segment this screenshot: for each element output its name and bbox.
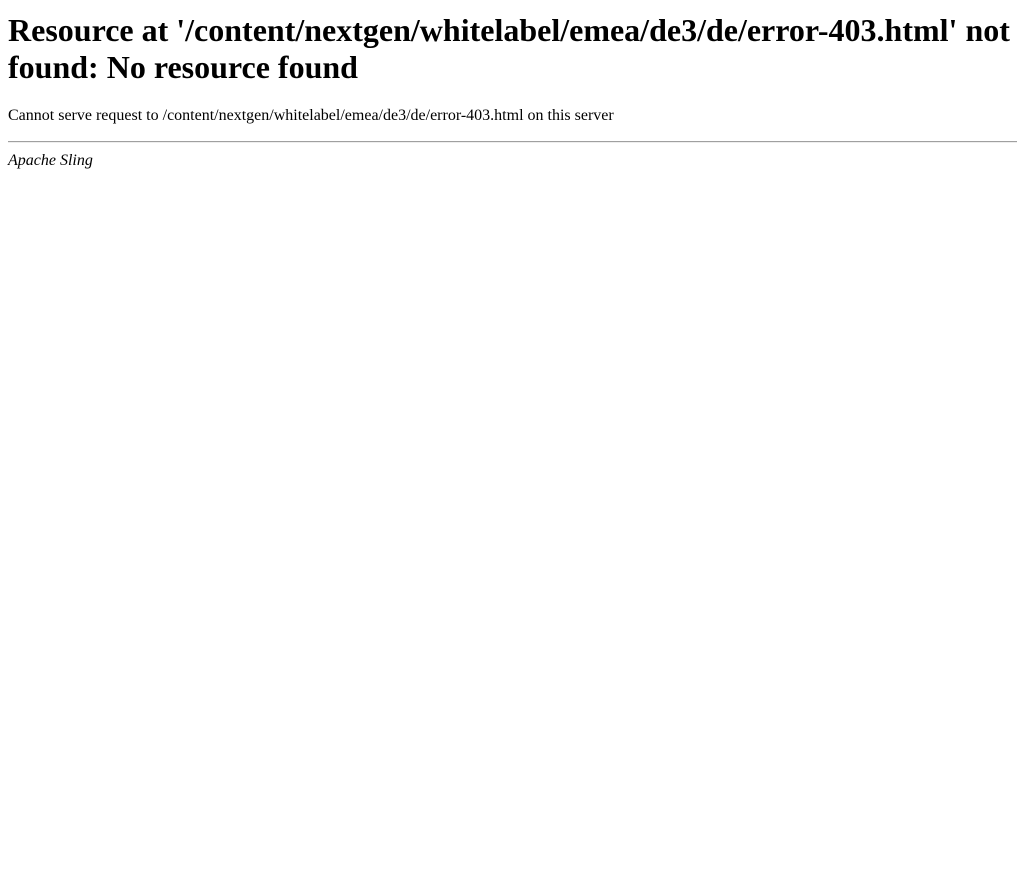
- divider: [8, 141, 1017, 143]
- error-page: Resource at '/content/nextgen/whitelabel…: [0, 0, 1025, 178]
- error-message: Cannot serve request to /content/nextgen…: [8, 107, 614, 124]
- server-signature: Apache Sling: [8, 152, 93, 169]
- page-title: Resource at '/content/nextgen/whitelabel…: [8, 12, 1010, 85]
